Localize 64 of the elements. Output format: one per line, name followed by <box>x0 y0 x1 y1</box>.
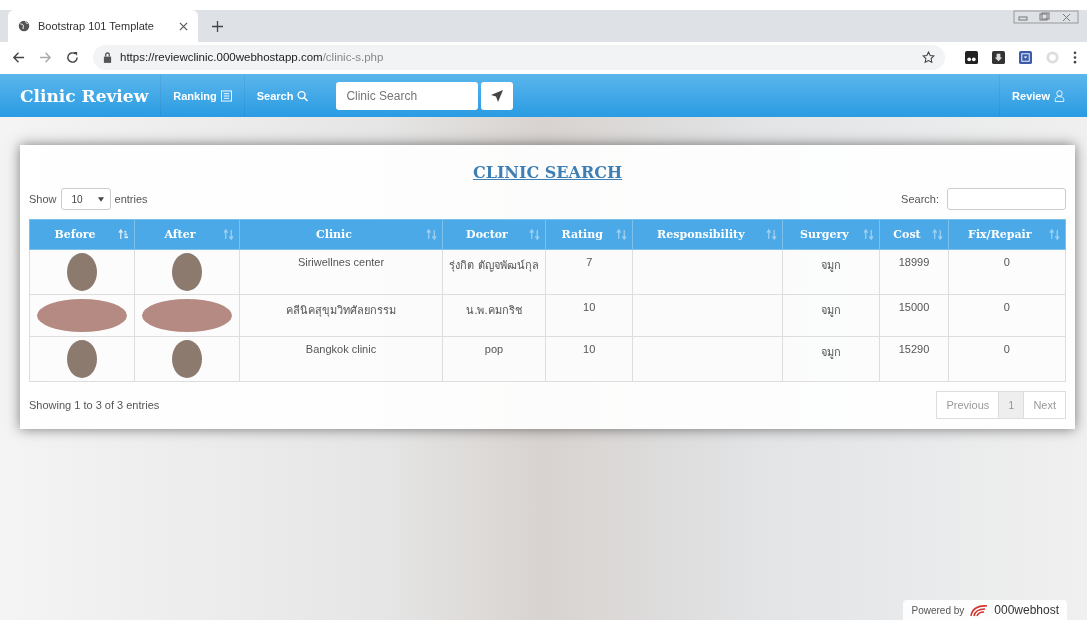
fix-repair-cell: 0 <box>1003 301 1010 313</box>
clinic-name-cell: Bangkok clinic <box>305 343 377 355</box>
swirl-logo-icon <box>969 603 990 617</box>
table-info: Showing 1 to 3 of 3 entries <box>29 399 160 411</box>
close-icon[interactable] <box>179 21 188 31</box>
column-header[interactable]: Cost <box>879 219 949 250</box>
menu-icon[interactable] <box>1073 50 1077 64</box>
cost-cell: 15000 <box>898 301 930 313</box>
column-header[interactable]: Clinic <box>239 219 443 250</box>
surgery-cell: จมูก <box>821 304 842 316</box>
new-tab-icon[interactable] <box>212 21 223 32</box>
pagination-button[interactable]: 1 <box>998 391 1025 419</box>
caret-icon <box>97 196 104 202</box>
column-header[interactable]: Rating <box>545 219 633 250</box>
tab-title: Bootstrap 101 Template <box>38 20 155 32</box>
column-header[interactable]: Surgery <box>782 219 880 250</box>
cost-cell: 15290 <box>898 343 930 355</box>
doctor-cell: pop <box>484 343 504 355</box>
globe-icon <box>18 20 30 32</box>
download-icon[interactable] <box>992 50 1005 64</box>
pagination-button[interactable]: Previous <box>936 391 1000 419</box>
user-icon <box>1054 89 1065 102</box>
pagination-button[interactable]: Next <box>1023 391 1066 419</box>
entries-label: entries <box>114 193 148 205</box>
surgery-cell: จมูก <box>821 259 842 271</box>
clinic-search-field[interactable]: Clinic Search <box>336 81 479 110</box>
column-header[interactable]: After <box>134 219 240 250</box>
browser-tab[interactable]: Bootstrap 101 Template <box>8 10 198 42</box>
table-search-field[interactable] <box>947 188 1066 210</box>
search-label: Search: <box>901 193 939 205</box>
cost-cell: 18999 <box>898 256 930 268</box>
send-button[interactable] <box>481 81 514 110</box>
extension-icon[interactable] <box>965 50 978 64</box>
rating-cell: 10 <box>583 343 596 355</box>
column-header[interactable]: Before <box>29 219 135 250</box>
star-icon[interactable] <box>922 50 935 64</box>
paper-plane-icon <box>490 88 505 103</box>
rating-cell: 10 <box>583 301 596 313</box>
entries-select[interactable]: 10 <box>60 188 111 210</box>
host-brand: 000webhost <box>994 603 1059 617</box>
doctor-cell: น.พ.คมกริช <box>466 304 522 316</box>
url-text: https://reviewclinic.000webhostapp.com/clinic-s.php <box>120 51 385 63</box>
card-title: CLINIC SEARCH <box>472 163 623 182</box>
extension-icon[interactable] <box>1019 50 1032 64</box>
doctor-cell: รุ่งกิต ตัญจพัฒน์กุล <box>449 259 539 271</box>
clinic-name-cell: Siriwellnes center <box>297 256 385 268</box>
hosting-badge[interactable]: Powered by 000webhost <box>903 600 1067 620</box>
fix-repair-cell: 0 <box>1003 256 1010 268</box>
brand-logo[interactable]: Clinic Review <box>20 85 149 106</box>
show-label: Show <box>29 193 57 205</box>
clinic-name-cell: คลีนิคสุขุมวิทศัลยกรรม <box>286 304 396 316</box>
surgery-cell: จมูก <box>821 346 842 358</box>
powered-by-label: Powered by <box>911 604 965 616</box>
address-bar[interactable]: https://reviewclinic.000webhostapp.com/clinic-s.php <box>93 44 945 70</box>
lock-icon <box>103 51 112 63</box>
reload-icon[interactable] <box>66 50 79 64</box>
fix-repair-cell: 0 <box>1003 343 1010 355</box>
list-icon <box>220 89 232 102</box>
column-header[interactable]: Doctor <box>442 219 546 250</box>
rating-cell: 7 <box>586 256 593 268</box>
column-header[interactable]: Fix/Repair <box>948 219 1066 250</box>
column-header[interactable]: Responsibility <box>632 219 783 250</box>
search-icon <box>297 89 309 102</box>
back-arrow-icon[interactable] <box>12 50 25 64</box>
